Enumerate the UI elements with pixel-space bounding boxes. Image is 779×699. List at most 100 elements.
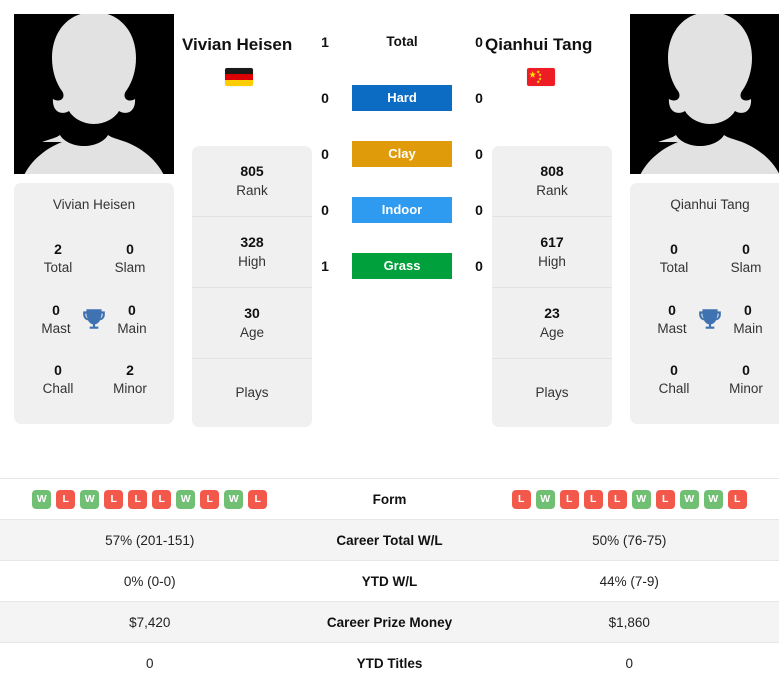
left-high-cell: 328 High	[192, 217, 312, 288]
right-form-badge-3[interactable]: L	[583, 489, 603, 509]
trophy-icon	[696, 304, 724, 334]
player-comparison-page: Vivian Heisen Qianhui Tang Vivian Heisen…	[0, 0, 779, 699]
left-age-label: Age	[239, 325, 265, 341]
left-form-badge-1[interactable]: L	[56, 489, 76, 509]
right-age-value: 23	[544, 305, 560, 322]
left-career_total_wl-cell: 57% (201-151)	[0, 519, 300, 561]
stats-row-career_prize_money: $7,420 Career Prize Money $1,860	[0, 601, 779, 643]
left-minor-titles: 2 Minor	[104, 361, 156, 397]
left-form-badge-7[interactable]: L	[200, 489, 220, 509]
left-form-badge-9[interactable]: L	[248, 489, 268, 509]
right-slam-titles-value: 0	[742, 241, 750, 258]
right-form-badge-2[interactable]: L	[559, 489, 579, 509]
right-mast-titles-label: Mast	[657, 320, 687, 336]
right-score-clay: 0	[475, 146, 483, 162]
left-plays-cell: Plays	[192, 359, 312, 427]
left-form-badge-5[interactable]: L	[152, 489, 172, 509]
left-rank-value: 805	[240, 163, 264, 180]
right-form-badge-9[interactable]: L	[727, 489, 747, 509]
right-main-titles-value: 0	[744, 301, 752, 318]
right-rank-label: Rank	[536, 183, 568, 199]
right-player-avatar	[630, 14, 779, 174]
player-silhouette-icon	[630, 14, 779, 174]
left-age-value: 30	[244, 305, 260, 322]
left-slam-titles: 0 Slam	[104, 240, 156, 276]
right-score-hard: 0	[475, 90, 483, 106]
right-career_total_wl-cell: 50% (76-75)	[479, 519, 779, 561]
right-titles-row-3: 0 Chall 0 Minor	[640, 361, 779, 397]
right-ytd_wl-cell: 44% (7-9)	[479, 560, 779, 602]
right-total-titles-value: 0	[670, 241, 678, 258]
right-total-titles-label: Total	[659, 260, 689, 275]
surface-comparison-column: 1 Total 0 0 Hard 0 0 Clay 0 0 Indoor 0 1 Grass 0	[312, 14, 492, 294]
left-score-clay: 0	[321, 146, 329, 162]
surface-rows: 1 Total 0 0 Hard 0 0 Clay 0 0 Indoor 0 1 Grass 0	[312, 14, 492, 294]
right-form-badge-4[interactable]: L	[607, 489, 627, 509]
right-form-badge-7[interactable]: W	[679, 489, 699, 509]
right-age-label: Age	[539, 325, 565, 341]
surface-row-total: 1 Total 0	[312, 14, 492, 70]
stats-row-ytd_wl: 0% (0-0) YTD W/L 44% (7-9)	[0, 560, 779, 602]
head-to-head-stats-table: W L W L L L W L W L Form L W L L L W L W W L 57% (201-151) Car…	[0, 478, 779, 684]
surface-row-indoor: 0 Indoor 0	[312, 182, 492, 238]
left-form-badge-2[interactable]: W	[80, 489, 100, 509]
left-mast-titles-value: 0	[52, 301, 60, 318]
right-form-badge-5[interactable]: W	[631, 489, 651, 509]
left-total-titles-label: Total	[43, 260, 73, 275]
surface-badge-hard[interactable]: Hard	[352, 84, 452, 112]
left-rank-cell: 805 Rank	[192, 146, 312, 217]
left-score-grass: 1	[321, 258, 329, 274]
right-chall-titles-label: Chall	[658, 381, 690, 397]
left-chall-titles: 0 Chall	[32, 361, 84, 397]
left-form-badge-3[interactable]: L	[104, 489, 124, 509]
right-titles-row-2: 0 Mast 0 Main	[640, 301, 779, 337]
left-player-column: Vivian Heisen 2 Total 0 Slam 0 Mast 0 Ma…	[14, 14, 174, 424]
left-main-titles-label: Main	[117, 320, 147, 336]
right-score-indoor: 0	[475, 202, 483, 218]
right-rank-value: 808	[540, 163, 564, 180]
left-form-badge-0[interactable]: W	[32, 489, 52, 509]
left-score-total: 1	[321, 34, 329, 50]
right-slam-titles-label: Slam	[730, 260, 762, 275]
right-mast-titles-value: 0	[668, 301, 676, 318]
left-titles-row-2: 0 Mast 0 Main	[24, 301, 164, 337]
left-main-titles-value: 0	[128, 301, 136, 318]
surface-row-hard: 0 Hard 0	[312, 70, 492, 126]
left-ytd_wl-cell: 0% (0-0)	[0, 560, 300, 602]
right-titles-row-1: 0 Total 0 Slam	[640, 240, 779, 276]
right-form-badge-0[interactable]: L	[511, 489, 531, 509]
stats-row-career_total_wl: 57% (201-151) Career Total W/L 50% (76-75)	[0, 519, 779, 561]
left-info-card: 805 Rank 328 High 30 Age Plays	[192, 146, 312, 427]
right-player-flag-wrap	[527, 68, 555, 86]
right-plays-cell: Plays	[492, 359, 612, 427]
right-main-titles-label: Main	[733, 320, 763, 336]
left-chall-titles-label: Chall	[42, 381, 74, 397]
surface-badge-total[interactable]: Total	[352, 28, 452, 56]
left-titles-card: Vivian Heisen 2 Total 0 Slam 0 Mast 0 Ma…	[14, 183, 174, 424]
surface-badge-indoor[interactable]: Indoor	[352, 196, 452, 224]
surface-badge-clay[interactable]: Clay	[352, 140, 452, 168]
left-total-titles: 2 Total	[32, 240, 84, 276]
left-form-badge-8[interactable]: W	[224, 489, 244, 509]
left-titles-grid: 2 Total 0 Slam 0 Mast 0 Main 0 Chall 2 M…	[24, 228, 164, 410]
left-minor-titles-label: Minor	[113, 381, 147, 397]
left-player-name: Vivian Heisen	[182, 35, 293, 54]
left-slam-titles-value: 0	[126, 241, 134, 258]
right-form-badge-6[interactable]: L	[655, 489, 675, 509]
surface-badge-grass[interactable]: Grass	[352, 252, 452, 280]
left-chall-titles-value: 0	[54, 362, 62, 379]
left-minor-titles-value: 2	[126, 362, 134, 379]
right-minor-titles: 0 Minor	[720, 361, 772, 397]
left-form-badges: WLWLLLWLWL	[6, 489, 294, 509]
player-silhouette-icon	[14, 14, 174, 174]
right-main-titles: 0 Main	[724, 301, 772, 337]
left-form-badge-4[interactable]: L	[128, 489, 148, 509]
right-form-badge-8[interactable]: W	[703, 489, 723, 509]
left-score-hard: 0	[321, 90, 329, 106]
stats-row-ytd_titles: 0 YTD Titles 0	[0, 642, 779, 684]
left-form-badge-6[interactable]: W	[176, 489, 196, 509]
surface-row-clay: 0 Clay 0	[312, 126, 492, 182]
left-slam-titles-label: Slam	[114, 260, 146, 275]
left-rank-label: Rank	[236, 183, 268, 199]
right-form-badge-1[interactable]: W	[535, 489, 555, 509]
